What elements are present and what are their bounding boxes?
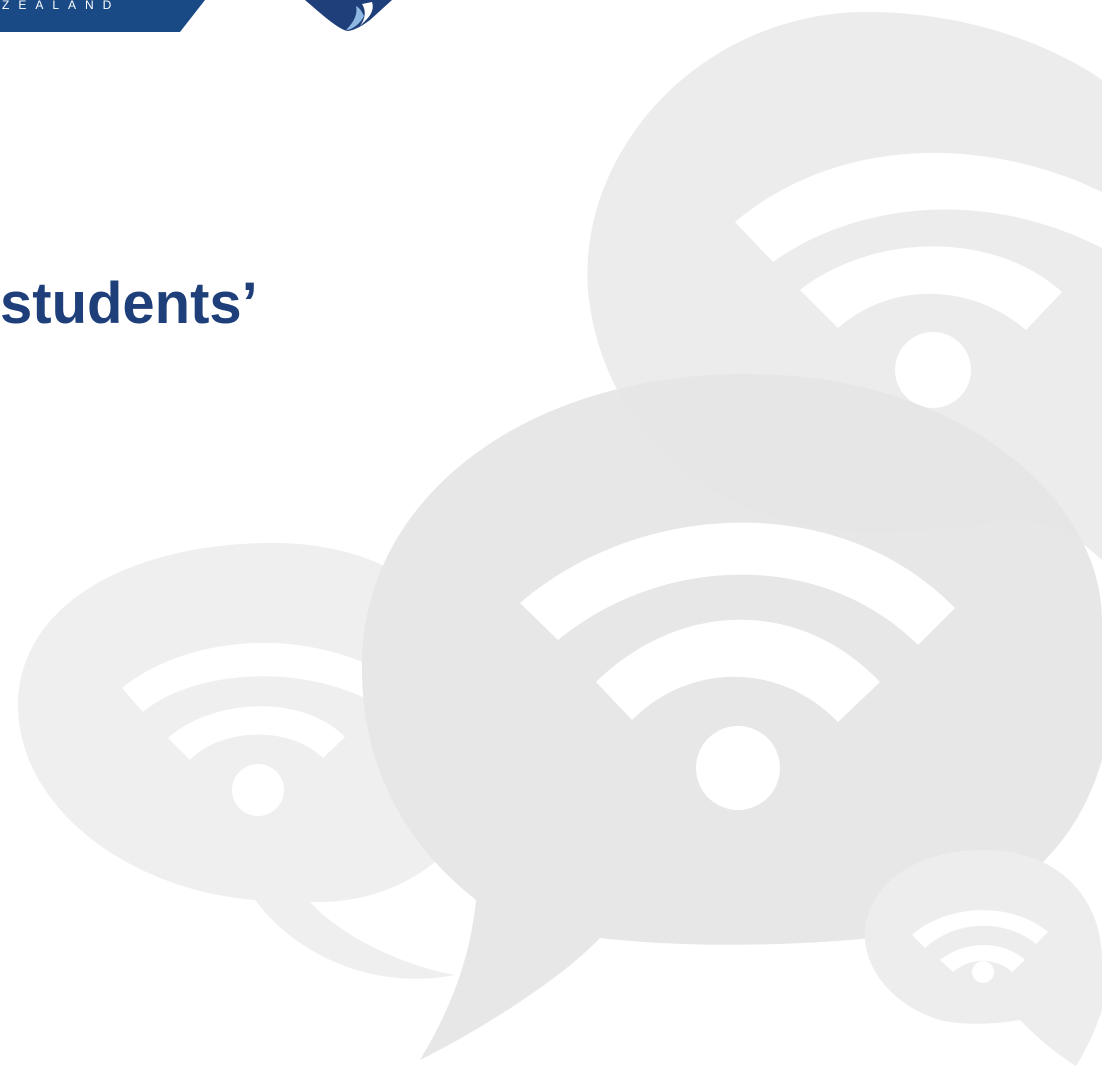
banner-text: ZEALAND (2, 0, 120, 12)
slide: ZEALAND students’ (0, 0, 1102, 1066)
slide-title: students’ (0, 271, 258, 336)
logo-banner: ZEALAND (0, 0, 205, 32)
banner-shape: ZEALAND (0, 0, 205, 32)
speech-bubble-wifi-icon (864, 850, 1102, 1066)
crest-logo-icon (305, 0, 392, 31)
background-art (17, 11, 1102, 1066)
